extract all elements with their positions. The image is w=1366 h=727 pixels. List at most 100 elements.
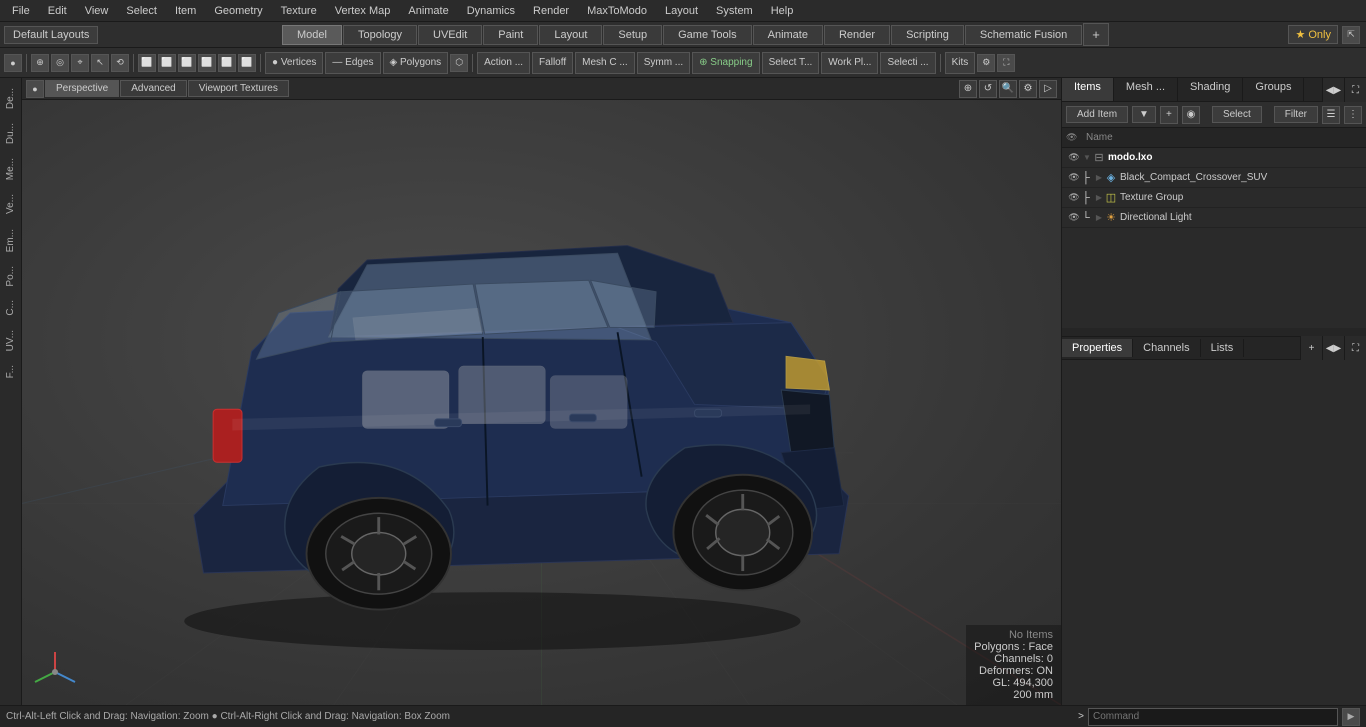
items-eye-btn[interactable]: ◉ (1182, 106, 1200, 124)
props-collapse-btn[interactable]: ◀▶ (1322, 336, 1344, 360)
sidebar-tab-me[interactable]: Me... (3, 152, 18, 186)
tab-shading[interactable]: Shading (1178, 78, 1243, 101)
tb-rotate-icon[interactable]: ⟲ (111, 54, 129, 72)
tb-action-btn[interactable]: Action ... (477, 52, 530, 74)
tb-box5-icon[interactable]: ⬜ (218, 54, 236, 72)
tb-mesh-btn[interactable]: Mesh C ... (575, 52, 635, 74)
tb-box1-icon[interactable]: ⬜ (138, 54, 156, 72)
menu-vertexmap[interactable]: Vertex Map (327, 3, 399, 19)
tb-crosshair-icon[interactable]: ⊕ (31, 54, 49, 72)
select-button[interactable]: Select (1212, 106, 1262, 123)
menu-help[interactable]: Help (763, 3, 802, 19)
expand-light[interactable]: ▶ (1094, 213, 1104, 223)
menu-view[interactable]: View (77, 3, 117, 19)
item-row-suv[interactable]: 👁 ├ ▶ ◈ Black_Compact_Crossover_SUV (1062, 168, 1366, 188)
menu-texture[interactable]: Texture (273, 3, 325, 19)
tab-layout[interactable]: Layout (539, 25, 602, 45)
tb-snapping-btn[interactable]: ⊕ Snapping (692, 52, 759, 74)
command-input[interactable] (1088, 708, 1338, 726)
sidebar-tab-de[interactable]: De... (3, 82, 18, 115)
items-add-btn[interactable]: + (1160, 106, 1178, 124)
tb-vertices-btn[interactable]: ● Vertices (265, 52, 323, 74)
items-sort-btn[interactable]: ☰ (1322, 106, 1340, 124)
menu-file[interactable]: File (4, 3, 38, 19)
layout-dropdown[interactable]: Default Layouts (4, 26, 98, 44)
expand-suv[interactable]: ▶ (1094, 173, 1104, 183)
tb-box2-icon[interactable]: ⬜ (158, 54, 176, 72)
props-expand-btn[interactable]: ⛶ (1344, 336, 1366, 360)
sidebar-tab-uv[interactable]: UV... (3, 324, 18, 357)
vp-tab-advanced[interactable]: Advanced (120, 80, 186, 97)
item-row-texture[interactable]: 👁 ├ ▶ ◫ Texture Group (1062, 188, 1366, 208)
tab-groups[interactable]: Groups (1243, 78, 1304, 101)
item-collapse-btn[interactable]: ◀▶ (1322, 78, 1344, 102)
sidebar-tab-ve[interactable]: Ve... (3, 188, 18, 220)
menu-animate[interactable]: Animate (400, 3, 456, 19)
tb-settings-icon[interactable]: ⚙ (977, 54, 995, 72)
tb-target-icon[interactable]: ⌖ (71, 54, 89, 72)
tab-schematic[interactable]: Schematic Fusion (965, 25, 1082, 45)
tab-animate[interactable]: Animate (753, 25, 823, 45)
add-item-dropdown-arrow[interactable]: ▼ (1132, 106, 1156, 123)
menu-geometry[interactable]: Geometry (206, 3, 270, 19)
sidebar-tab-du[interactable]: Du... (3, 117, 18, 150)
menu-layout[interactable]: Layout (657, 3, 706, 19)
tab-items[interactable]: Items (1062, 78, 1114, 101)
tab-mesh[interactable]: Mesh ... (1114, 78, 1178, 101)
menu-select[interactable]: Select (118, 3, 165, 19)
tb-symm-btn[interactable]: Symm ... (637, 52, 690, 74)
menu-dynamics[interactable]: Dynamics (459, 3, 523, 19)
tab-gametools[interactable]: Game Tools (663, 25, 752, 45)
tb-polygons-btn[interactable]: ◈ Polygons (383, 52, 449, 74)
tb-falloff-btn[interactable]: Falloff (532, 52, 573, 74)
menu-system[interactable]: System (708, 3, 761, 19)
item-row-light[interactable]: 👁 └ ▶ ☀ Directional Light (1062, 208, 1366, 228)
menu-edit[interactable]: Edit (40, 3, 75, 19)
add-item-button[interactable]: Add Item (1066, 106, 1128, 123)
cmd-run-btn[interactable]: ▶ (1342, 708, 1360, 726)
vp-tab-perspective[interactable]: Perspective (45, 80, 119, 97)
tab-lists[interactable]: Lists (1201, 339, 1245, 357)
vp-tab-textures[interactable]: Viewport Textures (188, 80, 289, 97)
tb-hex-icon[interactable]: ⬡ (450, 54, 468, 72)
sidebar-tab-f[interactable]: F... (3, 359, 18, 384)
tb-circle2-icon[interactable]: ◎ (51, 54, 69, 72)
item-expand-btn[interactable]: ⛶ (1344, 78, 1366, 102)
tb-edges-btn[interactable]: — Edges (325, 52, 380, 74)
expand-modo[interactable]: ▼ (1082, 153, 1092, 163)
vis-icon-modo[interactable]: 👁 (1066, 150, 1082, 166)
vp-dot-icon[interactable]: ● (26, 80, 44, 98)
vp-expand-btn[interactable]: ▷ (1039, 80, 1057, 98)
tb-box4-icon[interactable]: ⬜ (198, 54, 216, 72)
tb-maximize-icon[interactable]: ⛶ (997, 54, 1015, 72)
sidebar-tab-c[interactable]: C... (3, 294, 18, 322)
tab-uvedit[interactable]: UVEdit (418, 25, 482, 45)
tb-selecti-btn[interactable]: Selecti ... (880, 52, 935, 74)
menu-item[interactable]: Item (167, 3, 204, 19)
tb-workpl-btn[interactable]: Work Pl... (821, 52, 878, 74)
tab-model[interactable]: Model (282, 25, 342, 45)
expand-icon[interactable]: ⇱ (1342, 26, 1360, 44)
vp-crosshair-btn[interactable]: ⊕ (959, 80, 977, 98)
tab-scripting[interactable]: Scripting (891, 25, 964, 45)
tb-circle-icon[interactable]: ● (4, 54, 22, 72)
sidebar-tab-em[interactable]: Em... (3, 223, 18, 258)
expand-texture[interactable]: ▶ (1094, 193, 1104, 203)
vis-icon-suv[interactable]: 👁 (1066, 170, 1082, 186)
vis-icon-texture[interactable]: 👁 (1066, 190, 1082, 206)
tb-box6-icon[interactable]: ⬜ (238, 54, 256, 72)
vp-settings-btn[interactable]: ⚙ (1019, 80, 1037, 98)
tab-properties[interactable]: Properties (1062, 339, 1133, 357)
items-settings-btn[interactable]: ⋮ (1344, 106, 1362, 124)
vp-search-btn[interactable]: 🔍 (999, 80, 1017, 98)
filter-button[interactable]: Filter (1274, 106, 1318, 123)
tab-add[interactable]: + (1083, 23, 1109, 46)
sidebar-tab-po[interactable]: Po... (3, 260, 18, 293)
vis-icon-light[interactable]: 👁 (1066, 210, 1082, 226)
menu-render[interactable]: Render (525, 3, 577, 19)
tab-setup[interactable]: Setup (603, 25, 662, 45)
tb-selectt-btn[interactable]: Select T... (762, 52, 820, 74)
props-add-btn[interactable]: + (1300, 336, 1322, 360)
tb-box3-icon[interactable]: ⬜ (178, 54, 196, 72)
tb-kits-btn[interactable]: Kits (945, 52, 976, 74)
